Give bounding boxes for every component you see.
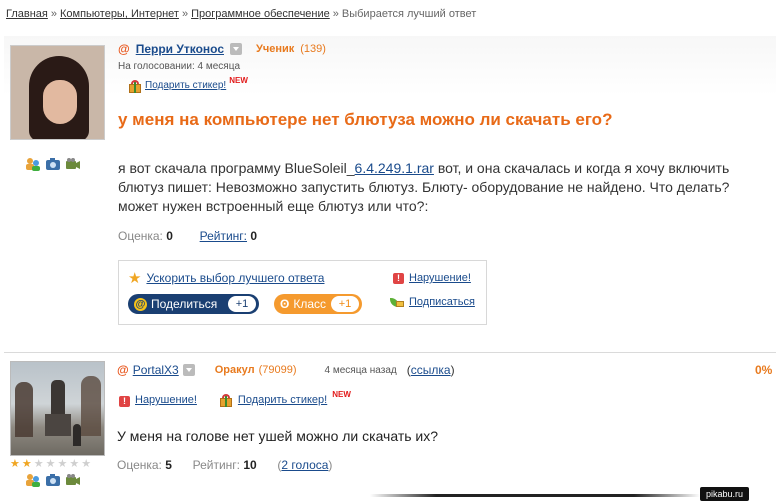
answer-author-avatar[interactable] bbox=[10, 361, 105, 456]
breadcrumb-separator: » bbox=[181, 8, 189, 20]
camera-icon[interactable] bbox=[45, 473, 61, 487]
share-count: +1 bbox=[228, 296, 256, 312]
gift-sticker-link[interactable]: Подарить стикер! bbox=[145, 80, 226, 91]
question-title: у меня на компьютере нет блютуза можно л… bbox=[118, 110, 613, 129]
gift-sticker: Подарить стикер! NEW bbox=[128, 76, 248, 93]
question-author-avatar[interactable] bbox=[10, 45, 105, 140]
users-icon[interactable] bbox=[25, 157, 41, 171]
breadcrumb-computers[interactable]: Компьютеры, Интернет bbox=[60, 8, 179, 20]
question-body: я вот скачала программу BlueSoleil_6.4.2… bbox=[118, 159, 758, 216]
subscribe: Подписаться bbox=[390, 296, 475, 308]
odnoklassniki-icon: ʘ bbox=[280, 297, 290, 311]
answer-author-rank: Оракул bbox=[214, 364, 255, 376]
votes-paren-close: ) bbox=[328, 458, 333, 472]
answer-author-score: (79099) bbox=[258, 364, 297, 376]
answer-gift-sticker-link[interactable]: Подарить стикер! bbox=[238, 394, 327, 406]
bottom-divider bbox=[370, 494, 700, 497]
users-icon[interactable] bbox=[25, 473, 41, 487]
rating-value: 0 bbox=[166, 229, 173, 243]
gift-icon bbox=[219, 394, 233, 407]
star-empty-icon: ★ bbox=[33, 458, 44, 470]
answer-author-line: @ PortalX3 Оракул (79099) 4 месяца назад… bbox=[117, 363, 455, 377]
breadcrumb: Главная» Компьютеры, Интернет» Программное… bbox=[6, 8, 476, 20]
share-button-label: Поделиться bbox=[151, 297, 218, 311]
popularity-value: 10 bbox=[243, 458, 257, 472]
video-icon[interactable] bbox=[65, 157, 81, 171]
speed-up-best-answer: ★ Ускорить выбор лучшего ответа bbox=[128, 269, 324, 287]
report-violation: ! Нарушение! bbox=[393, 272, 471, 284]
popularity-label-link[interactable]: Рейтинг: bbox=[200, 229, 247, 243]
rating-label: Оценка: bbox=[117, 458, 162, 472]
odnoklassniki-class-button[interactable]: ʘ Класс +1 bbox=[274, 294, 362, 314]
question-body-text-start: я вот скачала программу BlueSoleil_ bbox=[118, 160, 355, 176]
answer-text: У меня на голове нет ушей можно ли скача… bbox=[117, 428, 439, 444]
breadcrumb-current: Выбирается лучший ответ bbox=[341, 8, 477, 20]
mail-ru-at-icon: @ bbox=[134, 297, 147, 311]
video-icon[interactable] bbox=[65, 473, 81, 487]
rating-value: 5 bbox=[165, 458, 172, 472]
answer-time: 4 месяца назад bbox=[324, 364, 397, 376]
warning-icon: ! bbox=[393, 272, 404, 284]
camera-icon[interactable] bbox=[45, 157, 61, 171]
mail-ru-at-icon: @ bbox=[117, 363, 129, 377]
voting-status: На голосовании: 4 месяца bbox=[118, 61, 241, 72]
popularity-value: 0 bbox=[250, 229, 258, 243]
star-empty-icon: ★ bbox=[69, 458, 80, 470]
mail-ru-at-icon: @ bbox=[118, 42, 130, 56]
question-file-link[interactable]: 6.4.249.1.rar bbox=[355, 160, 434, 176]
answer-author-stars: ★ ★ ★ ★ ★ ★ ★ bbox=[10, 459, 91, 470]
votes-link[interactable]: 2 голоса bbox=[281, 458, 328, 472]
breadcrumb-separator: » bbox=[332, 8, 339, 20]
answer-author-profile-icons bbox=[25, 473, 81, 487]
class-button-label: Класс bbox=[293, 297, 327, 311]
star-empty-icon: ★ bbox=[57, 458, 68, 470]
breadcrumb-software[interactable]: Программное обеспечение bbox=[191, 8, 330, 20]
question-author-line: @ Перри Утконос Ученик (139) bbox=[118, 42, 326, 56]
speed-up-link[interactable]: Ускорить выбор лучшего ответа bbox=[146, 271, 324, 285]
breadcrumb-separator: » bbox=[50, 8, 57, 20]
new-badge: NEW bbox=[332, 390, 351, 399]
star-empty-icon: ★ bbox=[81, 458, 92, 470]
warning-icon: ! bbox=[119, 396, 130, 407]
gift-icon bbox=[128, 80, 142, 93]
new-badge: NEW bbox=[229, 76, 248, 85]
answer-rating: Оценка: 5 Рейтинг: 10 (2 голоса) bbox=[117, 458, 332, 472]
divider bbox=[4, 352, 776, 353]
answer-author-name[interactable]: PortalX3 bbox=[133, 363, 179, 377]
question-author-name[interactable]: Перри Утконос bbox=[136, 42, 224, 56]
report-violation-link[interactable]: Нарушение! bbox=[409, 272, 471, 284]
question-author-profile-icons bbox=[25, 157, 81, 171]
popularity-label: Рейтинг: bbox=[192, 458, 241, 472]
rating-label: Оценка: bbox=[118, 229, 163, 243]
answer-permalink: (ссылка) bbox=[407, 363, 455, 377]
question-author-score: (139) bbox=[300, 43, 326, 55]
author-menu-dropdown-icon[interactable] bbox=[230, 43, 242, 55]
breadcrumb-home[interactable]: Главная bbox=[6, 8, 48, 20]
star-filled-icon: ★ bbox=[21, 458, 32, 470]
star-icon: ★ bbox=[128, 270, 142, 287]
paren-close: ) bbox=[450, 363, 455, 377]
star-filled-icon: ★ bbox=[10, 458, 20, 470]
star-empty-icon: ★ bbox=[45, 458, 56, 470]
share-button[interactable]: @ Поделиться +1 bbox=[128, 294, 259, 314]
answer-vote-percent: 0% bbox=[755, 363, 773, 377]
pikabu-watermark: pikabu.ru bbox=[700, 487, 750, 501]
answer-report-violation-link[interactable]: Нарушение! bbox=[135, 394, 197, 406]
author-menu-dropdown-icon[interactable] bbox=[182, 364, 195, 376]
answer-actions: ! Нарушение! Подарить стикер! NEW bbox=[119, 390, 351, 407]
subscribe-link[interactable]: Подписаться bbox=[409, 296, 475, 308]
question-rating: Оценка: 0 Рейтинг: 0 bbox=[118, 229, 257, 243]
answer-permalink-link[interactable]: ссылка bbox=[411, 363, 451, 377]
class-count: +1 bbox=[331, 296, 359, 312]
subscribe-icon bbox=[390, 296, 404, 308]
question-author-rank: Ученик bbox=[256, 43, 295, 55]
